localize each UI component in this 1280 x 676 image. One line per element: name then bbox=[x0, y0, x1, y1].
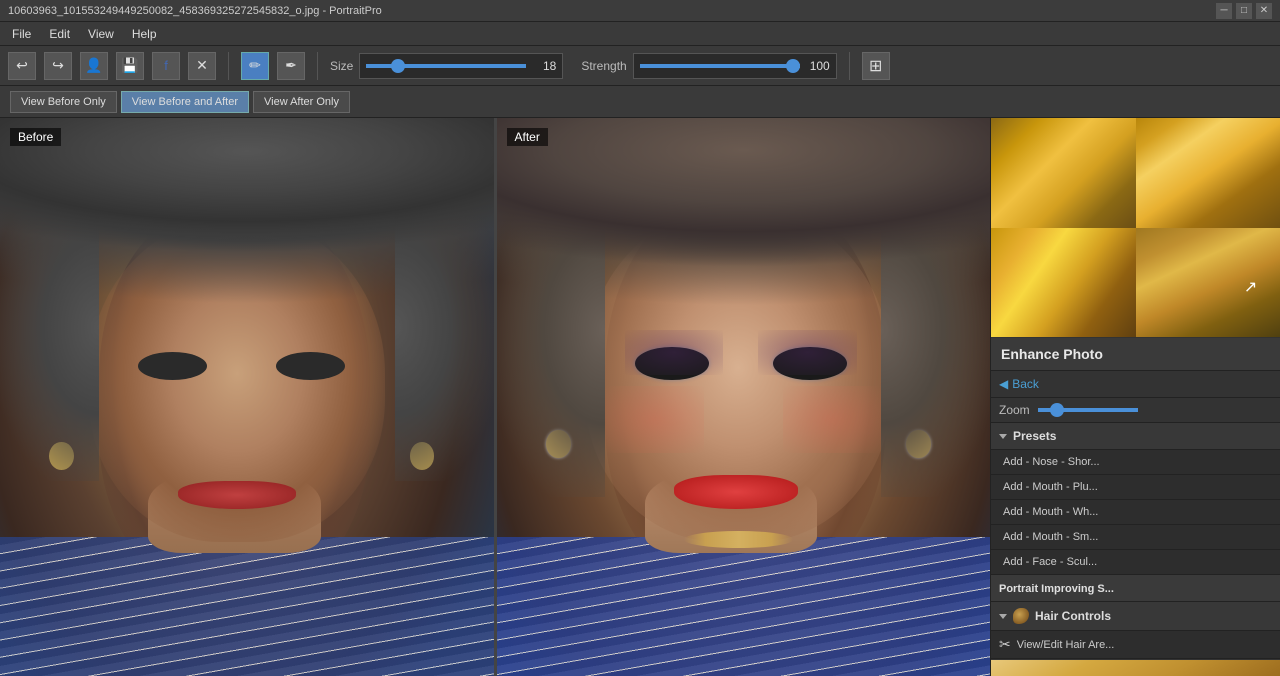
cursor-indicator: ↗ bbox=[1244, 277, 1256, 295]
size-label: Size bbox=[330, 59, 353, 73]
back-arrow-icon: ◀ bbox=[999, 377, 1008, 391]
size-control: Size 18 bbox=[330, 53, 563, 79]
hair-swatch-3[interactable] bbox=[991, 228, 1136, 338]
zoom-slider[interactable] bbox=[1038, 408, 1138, 412]
presets-section-header[interactable]: Presets bbox=[991, 423, 1280, 450]
hair-controls-title: Hair Controls bbox=[1035, 609, 1111, 623]
strength-value: 100 bbox=[806, 59, 830, 73]
toolbar-separator-3 bbox=[849, 52, 850, 80]
title-text: 10603963_101553249449250082_458369325272… bbox=[8, 5, 382, 17]
viewbar: View Before Only View Before and After V… bbox=[0, 86, 1280, 118]
hair-controls-header[interactable]: Hair Controls bbox=[991, 602, 1280, 631]
back-label: Back bbox=[1012, 377, 1039, 391]
redo-button[interactable]: ↪ bbox=[44, 52, 72, 80]
toolbar: ↩ ↪ 👤 💾 f ✕ ✏ ✒ Size 18 Strength 100 ⊞ bbox=[0, 46, 1280, 86]
hair-recolor-swatch-area: ▼ bbox=[991, 659, 1280, 676]
strength-slider-container: 100 bbox=[633, 53, 837, 79]
layers-button[interactable]: ⊞ bbox=[862, 52, 890, 80]
view-before-after-button[interactable]: View Before and After bbox=[121, 91, 249, 113]
view-before-only-button[interactable]: View Before Only bbox=[10, 91, 117, 113]
zoom-row: Zoom bbox=[991, 398, 1280, 423]
after-photo bbox=[497, 118, 991, 676]
facebook-button[interactable]: f bbox=[152, 52, 180, 80]
presets-title: Presets bbox=[1013, 429, 1056, 443]
size-slider-container: 18 bbox=[359, 53, 563, 79]
preset-item-0[interactable]: Add - Nose - Shor... bbox=[991, 450, 1280, 475]
hair-icon bbox=[1013, 608, 1029, 624]
save-button[interactable]: 💾 bbox=[116, 52, 144, 80]
panel-scroll-area[interactable]: Presets Add - Nose - Shor... Add - Mouth… bbox=[991, 423, 1280, 676]
back-button[interactable]: ◀ Back bbox=[999, 377, 1039, 391]
enhance-photo-header: Enhance Photo bbox=[991, 338, 1280, 371]
size-value: 18 bbox=[532, 59, 556, 73]
undo-button[interactable]: ↩ bbox=[8, 52, 36, 80]
hair-swatch-grid: ↗ bbox=[991, 118, 1280, 337]
presets-collapse-icon bbox=[999, 434, 1007, 439]
hair-controls-collapse-icon bbox=[999, 614, 1007, 619]
minimize-button[interactable]: ─ bbox=[1216, 3, 1232, 19]
titlebar-controls: ─ □ ✕ bbox=[1216, 3, 1272, 19]
brush-tool-button[interactable]: ✏ bbox=[241, 52, 269, 80]
view-edit-hair-button[interactable]: ✂ View/Edit Hair Are... bbox=[991, 631, 1280, 659]
photo-area: Before bbox=[0, 118, 990, 676]
preset-item-2[interactable]: Add - Mouth - Wh... bbox=[991, 500, 1280, 525]
maximize-button[interactable]: □ bbox=[1236, 3, 1252, 19]
preset-item-1[interactable]: Add - Mouth - Plu... bbox=[991, 475, 1280, 500]
hair-edit-icon: ✂ bbox=[999, 636, 1011, 653]
view-edit-hair-label: View/Edit Hair Are... bbox=[1017, 639, 1115, 651]
before-photo bbox=[0, 118, 494, 676]
hair-swatch-4[interactable]: ↗ bbox=[1136, 228, 1280, 338]
right-panel: ↗ Enhance Photo ◀ Back Zoom Presets bbox=[990, 118, 1280, 676]
preset-item-3[interactable]: Add - Mouth - Sm... bbox=[991, 525, 1280, 550]
after-panel: After bbox=[497, 118, 991, 676]
menu-file[interactable]: File bbox=[4, 25, 39, 43]
close-button[interactable]: ✕ bbox=[1256, 3, 1272, 19]
strength-label: Strength bbox=[581, 59, 626, 73]
hair-swatch-2[interactable] bbox=[1136, 118, 1280, 228]
person-button[interactable]: 👤 bbox=[80, 52, 108, 80]
toolbar-separator-1 bbox=[228, 52, 229, 80]
menu-view[interactable]: View bbox=[80, 25, 122, 43]
portrait-improving-section: Portrait Improving S... bbox=[991, 575, 1280, 602]
preset-item-4[interactable]: Add - Face - Scul... bbox=[991, 550, 1280, 575]
erase-tool-button[interactable]: ✒ bbox=[277, 52, 305, 80]
after-label: After bbox=[507, 128, 548, 146]
strength-slider[interactable] bbox=[640, 64, 800, 68]
hair-swatch-1[interactable] bbox=[991, 118, 1136, 228]
toolbar-separator-2 bbox=[317, 52, 318, 80]
main-area: Before bbox=[0, 118, 1280, 676]
before-label: Before bbox=[10, 128, 61, 146]
portrait-section-title: Portrait Improving S... bbox=[999, 583, 1114, 595]
before-panel: Before bbox=[0, 118, 494, 676]
hair-recolor-swatch bbox=[991, 660, 1280, 676]
menu-help[interactable]: Help bbox=[124, 25, 165, 43]
enhance-photo-title: Enhance Photo bbox=[1001, 346, 1103, 362]
size-slider[interactable] bbox=[366, 64, 526, 68]
close-photo-button[interactable]: ✕ bbox=[188, 52, 216, 80]
view-after-only-button[interactable]: View After Only bbox=[253, 91, 350, 113]
titlebar: 10603963_101553249449250082_458369325272… bbox=[0, 0, 1280, 22]
hair-preview-area: ↗ bbox=[991, 118, 1280, 338]
strength-control: Strength 100 bbox=[581, 53, 836, 79]
menubar: File Edit View Help bbox=[0, 22, 1280, 46]
zoom-label: Zoom bbox=[999, 403, 1030, 417]
back-area: ◀ Back bbox=[991, 371, 1280, 398]
menu-edit[interactable]: Edit bbox=[41, 25, 78, 43]
